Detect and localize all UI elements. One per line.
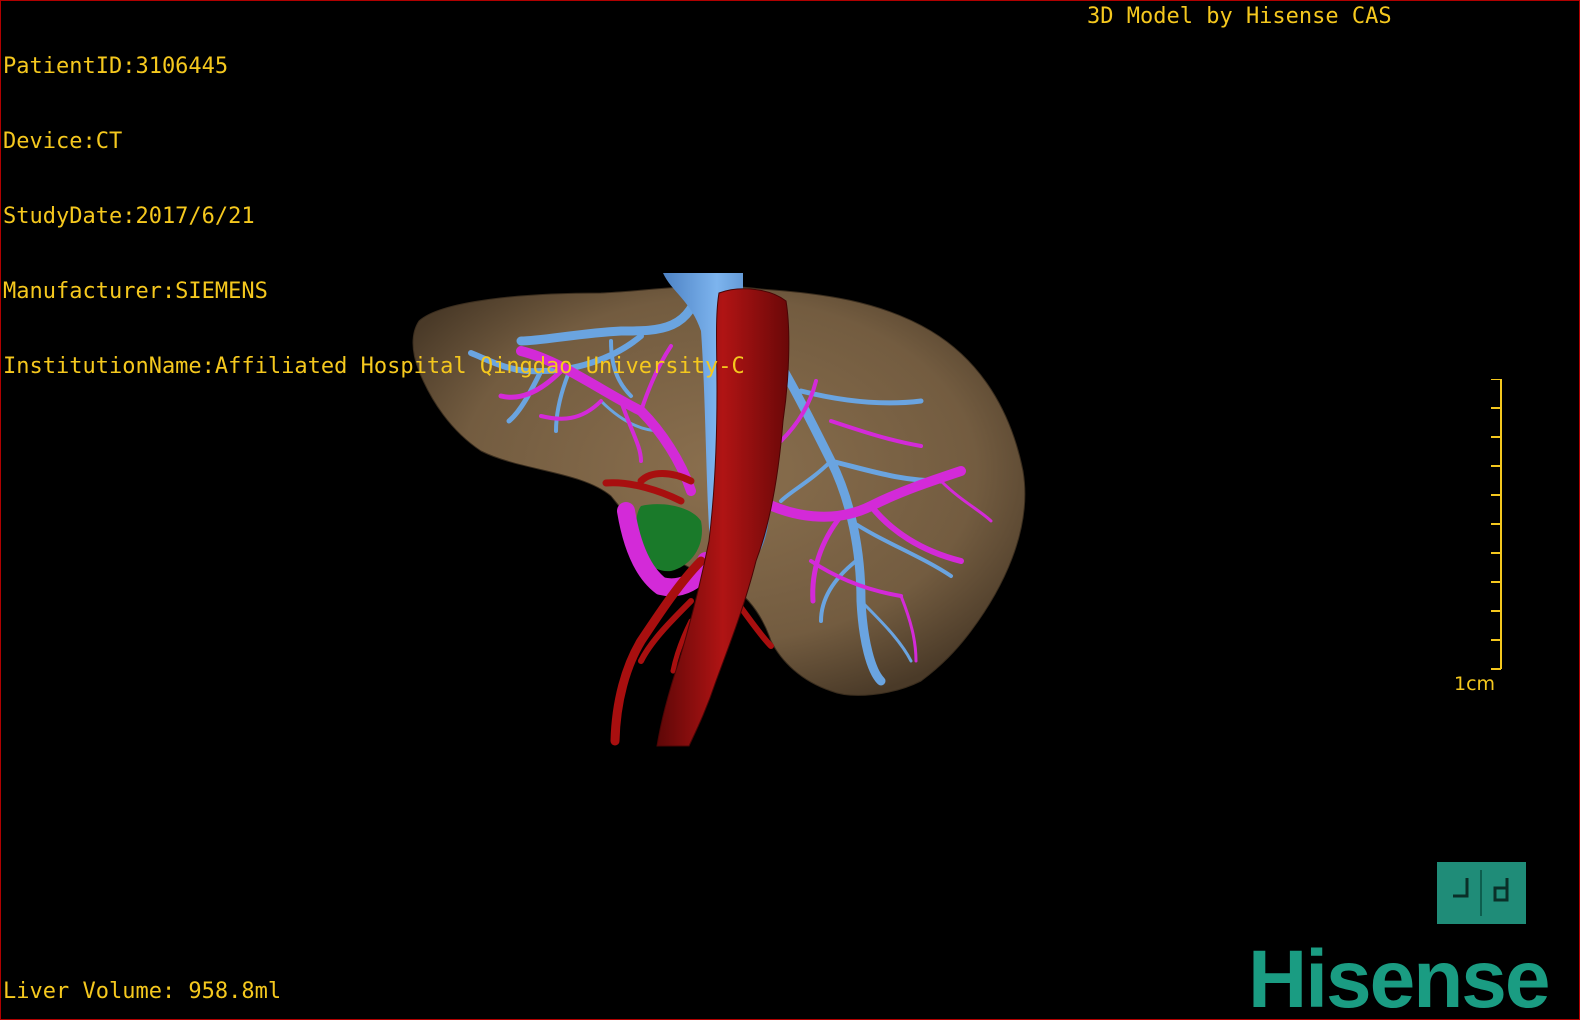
patient-id-text: PatientID:3106445 xyxy=(3,54,229,79)
orientation-cube-icon[interactable] xyxy=(1437,862,1526,924)
hisense-logo: Hisense xyxy=(1248,934,1551,1020)
scale-bar xyxy=(1491,379,1502,670)
3d-viewport[interactable]: PatientID:3106445 Device:CT StudyDate:20… xyxy=(0,0,1580,1020)
manufacturer-text: Manufacturer:SIEMENS xyxy=(3,279,268,304)
scale-label: 1cm xyxy=(1454,673,1496,695)
study-date-text: StudyDate:2017/6/21 xyxy=(3,204,255,229)
study-info-panel: PatientID:3106445 Device:CT StudyDate:20… xyxy=(3,4,745,429)
institution-text: InstitutionName:Affiliated Hospital Qing… xyxy=(3,354,745,379)
model-credit-text: 3D Model by Hisense CAS xyxy=(1087,4,1392,29)
device-text: Device:CT xyxy=(3,129,123,154)
liver-volume-text: Liver Volume: 958.8ml xyxy=(3,979,282,1004)
